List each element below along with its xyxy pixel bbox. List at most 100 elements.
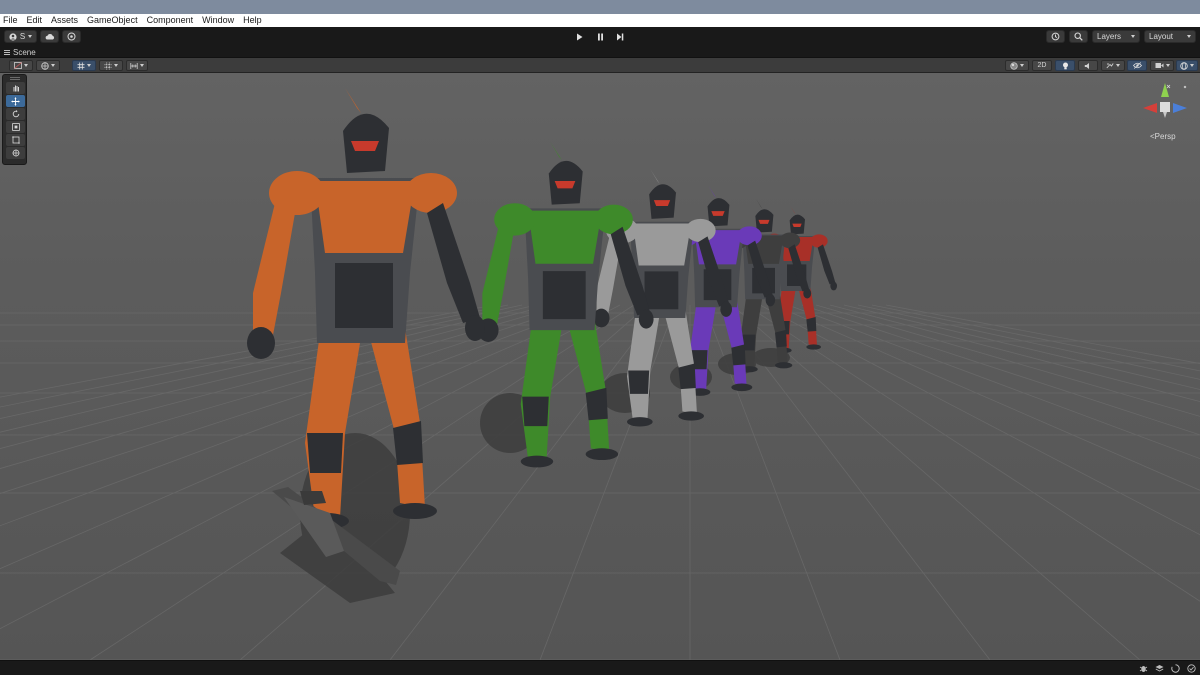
snap-toggle[interactable] [99, 60, 123, 71]
chevron-down-icon [24, 64, 28, 67]
pause-icon [597, 33, 603, 40]
search-button[interactable] [1069, 30, 1088, 43]
lighting-toggle[interactable] [1055, 60, 1075, 71]
account-button[interactable]: S [4, 30, 37, 43]
menu-item-gameobject[interactable]: GameObject [87, 14, 138, 27]
globe-icon [41, 61, 49, 70]
chevron-down-icon [1187, 35, 1191, 38]
increment-snap-icon [130, 62, 138, 69]
effects-dropdown[interactable] [1101, 60, 1125, 71]
rect-tool[interactable] [6, 134, 25, 146]
menu-item-file[interactable]: File [3, 14, 18, 27]
history-button[interactable] [1046, 30, 1065, 43]
speaker-icon [1084, 62, 1089, 69]
axis-gizmo-icon [1143, 83, 1187, 118]
y-axis-cone[interactable] [1161, 83, 1169, 97]
main-toolbar: S Layers Layout [0, 27, 1200, 46]
check-circle-icon[interactable] [1185, 663, 1197, 674]
snap-grid-icon [104, 62, 112, 69]
gizmo-globe-icon [1180, 61, 1188, 70]
rotate-icon [12, 110, 19, 118]
projection-label[interactable]: <Persp [1150, 132, 1176, 141]
x-axis-cone[interactable] [1143, 103, 1157, 113]
chevron-down-icon [51, 64, 55, 67]
window-tab-bar: Scene [0, 46, 1200, 58]
effects-icon [1106, 62, 1114, 68]
character-lineup [247, 88, 838, 585]
scene-view-toolbar: 2D [0, 58, 1200, 73]
layers-stack-icon[interactable] [1153, 663, 1165, 674]
menu-item-window[interactable]: Window [202, 14, 234, 27]
toggle-2d-label: 2D [1037, 62, 1047, 69]
camera-dropdown[interactable] [1150, 60, 1174, 71]
search-icon [1074, 32, 1083, 41]
bug-icon[interactable] [1137, 663, 1149, 674]
z-axis-cone[interactable] [1173, 103, 1187, 113]
draw-mode-icon [14, 62, 22, 69]
toggle-2d-button[interactable]: 2D [1032, 60, 1052, 71]
hidden-objects-toggle[interactable] [1127, 60, 1147, 71]
increment-snap-dropdown[interactable] [126, 60, 148, 71]
menu-item-help[interactable]: Help [243, 14, 262, 27]
play-icon [576, 33, 582, 40]
center-cube[interactable] [1160, 102, 1170, 112]
move-icon [11, 96, 20, 106]
chevron-down-icon [87, 64, 91, 67]
sphere-icon [1010, 61, 1018, 70]
camera-icon [1155, 63, 1163, 68]
layers-dropdown[interactable]: Layers [1092, 30, 1140, 43]
rotate-tool[interactable] [6, 108, 25, 120]
layout-dropdown[interactable]: Layout [1144, 30, 1196, 43]
menu-item-edit[interactable]: Edit [27, 14, 43, 27]
history-icon [1051, 32, 1060, 41]
scale-icon [11, 123, 20, 131]
window-title-bar [0, 0, 1200, 14]
grid-toggle[interactable] [72, 60, 96, 71]
chevron-down-icon [28, 35, 33, 38]
cloud-button[interactable] [40, 30, 59, 43]
move-tool[interactable] [6, 95, 25, 107]
transform-tool[interactable] [6, 147, 25, 159]
account-label: S [19, 32, 26, 41]
chevron-down-icon [1116, 64, 1120, 67]
scene-render [0, 88, 1200, 660]
account-icon [9, 32, 17, 41]
scene-viewport[interactable] [0, 73, 1200, 660]
scale-tool[interactable] [6, 121, 25, 133]
step-icon [617, 33, 624, 40]
gizmos-dropdown[interactable] [1176, 60, 1198, 71]
hand-tool[interactable] [6, 82, 25, 94]
orientation-gizmo[interactable]: <Persp [1140, 80, 1190, 145]
render-mode-dropdown[interactable] [36, 60, 60, 71]
audio-toggle[interactable] [1078, 60, 1098, 71]
hand-icon [13, 85, 19, 92]
menu-item-assets[interactable]: Assets [51, 14, 78, 27]
transform-tools-overlay [2, 74, 27, 165]
menu-item-component[interactable]: Component [147, 14, 194, 27]
chevron-down-icon [1165, 64, 1170, 67]
status-bar [0, 660, 1200, 675]
layout-label: Layout [1149, 32, 1174, 41]
play-button[interactable] [570, 30, 588, 43]
hamburger-icon [4, 49, 10, 55]
eye-slash-icon [1132, 62, 1142, 69]
chevron-down-icon [1190, 64, 1194, 67]
step-button[interactable] [611, 30, 629, 43]
chevron-down-icon [1131, 35, 1135, 38]
grid-icon [77, 62, 85, 69]
progress-icon[interactable] [1169, 663, 1181, 674]
shading-dropdown[interactable] [1005, 60, 1029, 71]
cloud-icon [45, 34, 54, 40]
tab-scene[interactable]: Scene [4, 46, 36, 58]
light-bulb-icon [1062, 62, 1068, 69]
layers-label: Layers [1097, 32, 1122, 41]
pause-button[interactable] [591, 30, 609, 43]
menu-bar: File Edit Assets GameObject Component Window H… [0, 14, 1200, 27]
tab-scene-label: Scene [13, 47, 36, 57]
chevron-down-icon [114, 64, 118, 67]
chevron-down-icon [1020, 64, 1024, 67]
drag-handle[interactable] [9, 77, 20, 80]
persp-text: Persp [1154, 132, 1176, 141]
collab-button[interactable] [62, 30, 81, 43]
draw-mode-dropdown[interactable] [9, 60, 33, 71]
